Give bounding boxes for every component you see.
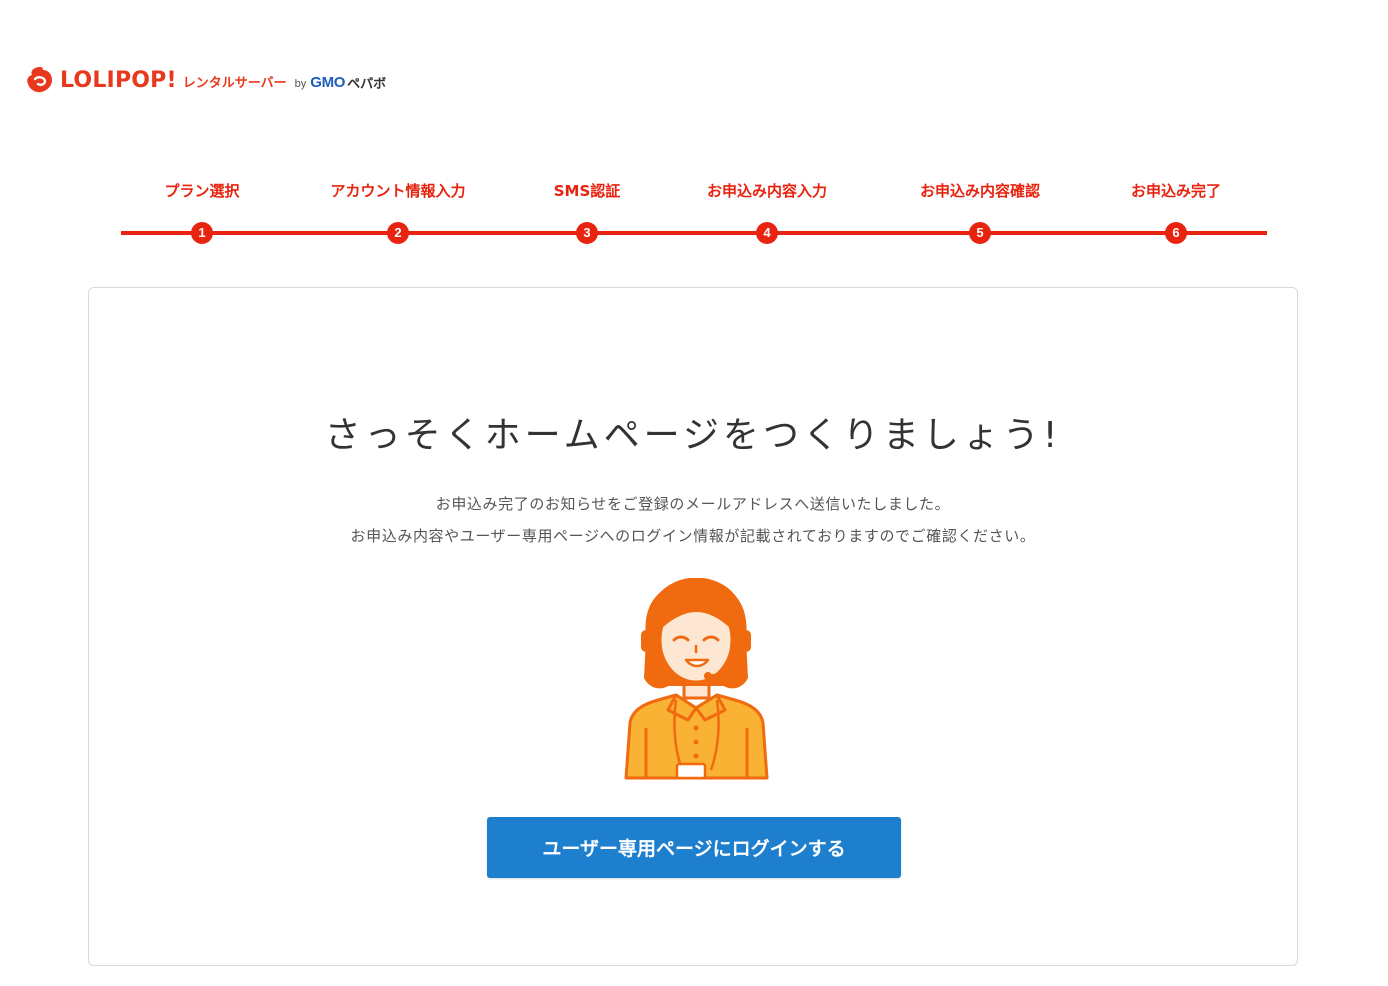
step-label: お申込み完了	[1130, 182, 1221, 200]
step-number: 5	[969, 222, 991, 244]
step-label: お申込み内容入力	[706, 182, 827, 200]
step-5: お申込み内容確認 5	[880, 180, 1080, 244]
step-4: お申込み内容入力 4	[667, 180, 867, 244]
page-title: さっそくホームページをつくりましょう!	[324, 415, 1062, 456]
lollipop-logo-icon	[27, 67, 52, 93]
step-label: SMS認証	[553, 182, 621, 200]
brand-subtitle: レンタルサーバー	[182, 75, 287, 91]
step-number: 2	[387, 222, 409, 244]
company-subname: ペパボ	[347, 76, 387, 92]
step-number: 3	[576, 222, 598, 244]
completion-message-line-1: お申込み完了のお知らせをご登録のメールアドレスへ送信いたしました。	[435, 495, 951, 513]
site-logo[interactable]: LOLIPOP! レンタルサーバー by GMO ペパボ	[26, 62, 386, 98]
brand-by: by	[294, 78, 307, 90]
user-page-login-button[interactable]: ユーザー専用ページにログインする	[487, 817, 901, 878]
step-label: お申込み内容確認	[919, 182, 1040, 200]
page: LOLIPOP! レンタルサーバー by GMO ペパボ プラン選択 1 アカウ…	[0, 0, 1388, 986]
step-number: 6	[1165, 222, 1187, 244]
brand-name: LOLIPOP!	[60, 67, 177, 93]
step-label: プラン選択	[164, 182, 240, 200]
completion-message-line-2: お申込み内容やユーザー専用ページへのログイン情報が記載されておりますのでご確認く…	[350, 527, 1036, 545]
step-6: お申込み完了 6	[1076, 180, 1276, 244]
step-label: アカウント情報入力	[330, 182, 466, 200]
step-number: 4	[756, 222, 778, 244]
step-number: 1	[191, 222, 213, 244]
company-name: GMO	[310, 73, 346, 91]
step-3: SMS認証 3	[487, 180, 687, 244]
step-2: アカウント情報入力 2	[298, 180, 498, 244]
progress-steps: プラン選択 1 アカウント情報入力 2 SMS認証 3 お申込み内容入力 4 お…	[0, 180, 1388, 250]
completion-card: さっそくホームページをつくりましょう! お申込み完了のお知らせをご登録のメールア…	[88, 287, 1298, 966]
progress-line	[121, 231, 1267, 235]
step-1: プラン選択 1	[102, 180, 302, 244]
support-operator-illustration	[624, 578, 769, 780]
